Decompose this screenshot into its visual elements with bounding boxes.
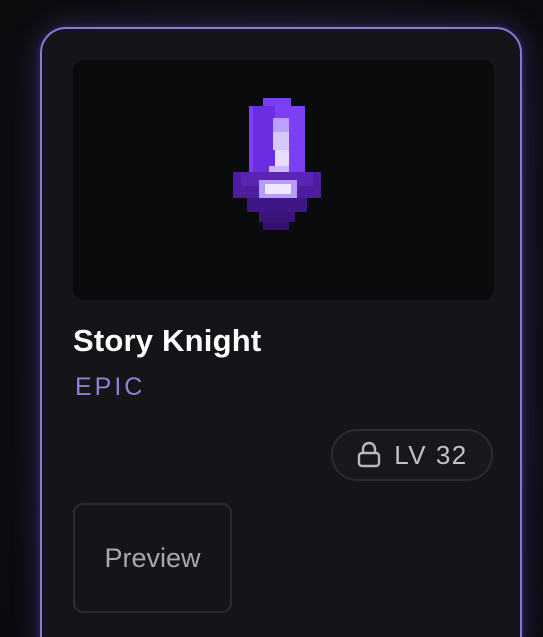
item-preview-area xyxy=(73,60,494,300)
preview-button[interactable]: Preview xyxy=(73,503,232,613)
lock-icon xyxy=(356,441,382,469)
item-card[interactable]: Story Knight EPIC LV 32 Preview xyxy=(40,27,522,637)
stage: Story Knight EPIC LV 32 Preview xyxy=(0,0,543,637)
level-label: LV 32 xyxy=(394,439,468,470)
level-requirement-badge: LV 32 xyxy=(331,429,493,481)
purple-crystal-sword-icon xyxy=(233,98,321,230)
rarity-label: EPIC xyxy=(75,373,146,401)
item-title: Story Knight xyxy=(73,323,262,358)
